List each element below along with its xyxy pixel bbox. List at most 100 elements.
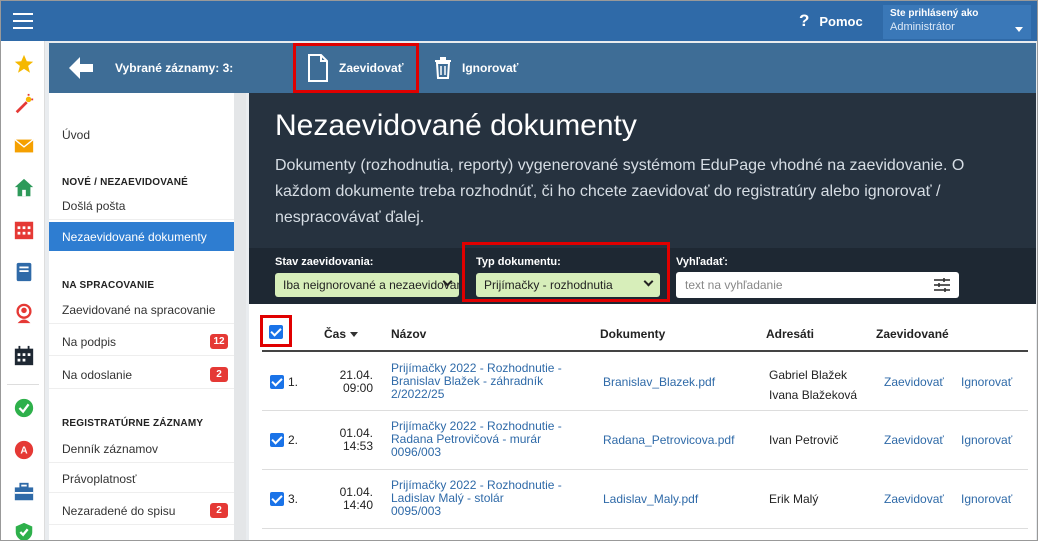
type-filter-label: Typ dokumentu:: [476, 256, 561, 268]
mail-icon[interactable]: [13, 135, 35, 157]
sidebar-item-label: Nezaradené do spisu: [62, 504, 176, 518]
grade-icon[interactable]: A: [13, 439, 35, 461]
menu-icon[interactable]: [13, 13, 33, 29]
register-button[interactable]: Zaevidovať: [293, 43, 419, 93]
search-label: Vyhľadať:: [676, 256, 728, 268]
select-all-checkbox[interactable]: [269, 325, 283, 339]
filter-bar: Stav zaevidovania: Iba neignorované a ne…: [249, 242, 1036, 304]
sidebar-item-label: Došlá pošta: [62, 199, 126, 213]
help-button[interactable]: ? Pomoc: [799, 11, 863, 31]
row-recipients: Gabriel Blažek Ivana Blažeková: [769, 368, 858, 402]
search-input[interactable]: [676, 272, 959, 298]
col-registered-header: Zaevidované: [876, 327, 949, 341]
status-filter-value: Iba neignorované a nezaevidované: [283, 278, 459, 292]
check-circle-icon[interactable]: [13, 397, 35, 419]
sidebar-item-incoming[interactable]: Došlá pošta: [49, 191, 234, 220]
ignore-link[interactable]: Ignorovať: [961, 434, 1012, 447]
documents-table: Čas Názov Dokumenty Adresáti Zaevidované…: [249, 304, 1036, 540]
ignore-label: Ignorovať: [462, 61, 519, 75]
sidebar-item-unregistered[interactable]: Nezaevidované dokumenty: [49, 222, 234, 251]
row-date: 21.04. 09:00: [339, 368, 373, 395]
star-icon[interactable]: [13, 53, 35, 75]
magic-wand-icon[interactable]: [13, 93, 35, 115]
row-document-link[interactable]: Branislav_Blazek.pdf: [603, 376, 715, 389]
table-row: 2. 01.04. 14:53 Prijímačky 2022 - Rozhodn…: [262, 411, 1028, 470]
row-document-link[interactable]: Ladislav_Maly.pdf: [603, 493, 698, 506]
register-link[interactable]: Zaevidovať: [884, 434, 944, 447]
sidebar-item-send[interactable]: Na odoslanie 2: [49, 360, 234, 389]
user-label: Ste prihlásený ako: [890, 8, 979, 19]
row-title-link[interactable]: Prijímačky 2022 - Rozhodnutie - Ladislav …: [391, 479, 562, 518]
register-link[interactable]: Zaevidovať: [884, 376, 944, 389]
row-checkbox[interactable]: [270, 375, 284, 389]
sidebar-section-new: NOVÉ / NEZAEVIDOVANÉ: [62, 177, 189, 188]
col-name-header: Názov: [391, 327, 427, 341]
trash-icon: [435, 57, 451, 79]
sidebar-item-label: Denník záznamov: [62, 442, 159, 456]
sidebar-item-label: Právoplatnosť: [62, 472, 137, 486]
sign-count-badge: 12: [210, 334, 228, 349]
col-time-label: Čas: [324, 327, 347, 341]
row-date: 01.04. 14:53: [339, 426, 373, 453]
type-filter-value: Prijímačky - rozhodnutia: [484, 278, 613, 292]
document-icon: [308, 54, 328, 82]
app-frame: ? Pomoc Ste prihlásený ako Administrátor…: [0, 0, 1038, 541]
type-filter-select[interactable]: Prijímačky - rozhodnutia: [476, 273, 660, 297]
col-time-header[interactable]: Čas: [324, 327, 359, 341]
status-filter-label: Stav zaevidovania:: [275, 256, 374, 268]
table-row: 3. 01.04. 14:40 Prijímačky 2022 - Rozhodn…: [262, 470, 1028, 529]
sidebar-item-label: Nezaevidované dokumenty: [62, 230, 207, 244]
sidebar-item-intro[interactable]: Úvod: [49, 120, 234, 149]
sidebar-section-processing: NA SPRACOVANIE: [62, 280, 155, 291]
sidebar-item-diary[interactable]: Denník záznamov: [49, 434, 234, 463]
book-icon[interactable]: [13, 261, 35, 283]
row-number: 3.: [288, 492, 299, 506]
row-title-link[interactable]: Prijímačky 2022 - Rozhodnutie - Branislav…: [391, 362, 562, 401]
row-number: 2.: [288, 433, 299, 447]
row-number: 1.: [288, 375, 299, 389]
selected-count: Vybrané záznamy: 3:: [115, 61, 234, 75]
help-label: Pomoc: [819, 13, 863, 29]
col-recipients-header: Adresáti: [766, 327, 815, 341]
chevron-down-icon: [1015, 27, 1023, 32]
user-menu[interactable]: Ste prihlásený ako Administrátor: [883, 5, 1031, 39]
row-document-link[interactable]: Radana_Petrovicova.pdf: [603, 434, 734, 447]
row-title-link[interactable]: Prijímačky 2022 - Rozhodnutie - Radana Pe…: [391, 420, 562, 459]
sidebar-item-processing[interactable]: Zaevidované na spracovanie: [49, 295, 234, 324]
send-count-badge: 2: [210, 367, 228, 382]
sidebar-section-registry: REGISTRATÚRNE ZÁZNAMY: [62, 418, 204, 429]
sidebar-item-label: Na podpis: [62, 335, 117, 349]
action-bar: Vybrané záznamy: 3: Zaevidovať Ignorovať: [49, 43, 1036, 93]
briefcase-icon[interactable]: [13, 481, 35, 503]
row-checkbox[interactable]: [270, 433, 284, 447]
back-arrow-icon[interactable]: [69, 57, 93, 79]
ignore-link[interactable]: Ignorovať: [961, 493, 1012, 506]
sidebar-item-label: Zaevidované na spracovanie: [62, 303, 216, 317]
sidebar-scrollbar[interactable]: [234, 93, 246, 540]
home-icon[interactable]: [13, 177, 35, 199]
row-checkbox[interactable]: [270, 492, 284, 506]
row-date: 01.04. 14:40: [339, 485, 373, 512]
rail-divider: [7, 384, 39, 385]
row-recipients: Ivan Petrovič: [769, 433, 839, 447]
question-icon: ?: [799, 11, 810, 30]
status-filter-select[interactable]: Iba neignorované a nezaevidované: [275, 273, 459, 297]
chevron-down-icon: [643, 276, 654, 287]
register-link[interactable]: Zaevidovať: [884, 493, 944, 506]
sidebar-item-validity[interactable]: Právoplatnosť: [49, 464, 234, 493]
sidebar-item-label: Na odoslanie: [62, 368, 133, 382]
schedule-icon[interactable]: [13, 345, 35, 367]
sidebar-item-unfiled[interactable]: Nezaradené do spisu 2: [49, 496, 234, 525]
sidebar-item-sign[interactable]: Na podpis 12: [49, 327, 234, 356]
ignore-link[interactable]: Ignorovať: [961, 376, 1012, 389]
shield-icon[interactable]: [13, 521, 35, 541]
svg-text:A: A: [20, 446, 28, 457]
person-icon[interactable]: [13, 303, 35, 325]
ignore-button[interactable]: Ignorovať: [434, 57, 518, 79]
row-recipients: Erik Malý: [769, 492, 819, 506]
calendar-icon[interactable]: [13, 219, 35, 241]
user-role: Administrátor: [890, 21, 955, 33]
sidebar: Úvod NOVÉ / NEZAEVIDOVANÉ Došlá pošta Ne…: [49, 93, 234, 540]
filter-settings-icon[interactable]: [934, 278, 950, 292]
sort-down-icon: [350, 332, 359, 338]
